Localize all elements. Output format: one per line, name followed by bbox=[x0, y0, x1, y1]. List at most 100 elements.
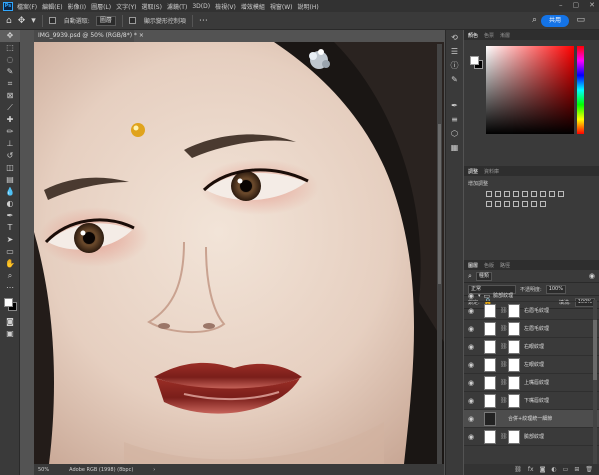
gradient-map-icon[interactable] bbox=[531, 201, 537, 207]
path-select-icon[interactable]: ➤ bbox=[0, 234, 20, 246]
status-arrow-icon[interactable]: › bbox=[153, 467, 155, 473]
tab-paths[interactable]: 路徑 bbox=[500, 262, 510, 269]
menu-filter[interactable]: 濾鏡(T) bbox=[167, 2, 187, 11]
menu-plugins[interactable]: 增效模組 bbox=[241, 2, 265, 11]
filter-toggle-icon[interactable]: ◉ bbox=[589, 272, 595, 280]
eye-icon[interactable]: ◉ bbox=[464, 343, 478, 351]
move-tool-icon[interactable]: ✥ bbox=[18, 16, 26, 26]
brushes-icon[interactable]: ✒ bbox=[446, 100, 463, 112]
layer-filter-dropdown[interactable]: 種類 bbox=[475, 271, 492, 281]
properties-icon[interactable]: ☰ bbox=[446, 46, 463, 58]
eye-icon[interactable]: ◉ bbox=[464, 307, 478, 315]
eye-icon[interactable]: ◉ bbox=[464, 379, 478, 387]
new-layer-icon[interactable]: ⊞ bbox=[574, 466, 579, 473]
crop-tool-icon[interactable]: ⌗ bbox=[0, 78, 20, 90]
tab-adjustments[interactable]: 調整 bbox=[468, 168, 478, 175]
document-tab[interactable]: IMG_9939.psd @ 50% (RGB/8*) * × bbox=[34, 30, 144, 42]
libraries-icon[interactable]: ▦ bbox=[446, 142, 463, 154]
history-icon[interactable]: ⟲ bbox=[446, 32, 463, 44]
search-icon[interactable]: ⌕ bbox=[532, 15, 537, 25]
shape-tool-icon[interactable]: ▭ bbox=[0, 246, 20, 258]
levels-icon[interactable] bbox=[495, 191, 501, 197]
home-icon[interactable]: ⌂ bbox=[6, 16, 12, 26]
canvas-scrollbar[interactable] bbox=[437, 44, 442, 464]
eye-icon[interactable]: ◉ bbox=[464, 397, 478, 405]
menu-layer[interactable]: 圖層(L) bbox=[91, 2, 111, 11]
hand-tool-icon[interactable]: ✋ bbox=[0, 258, 20, 270]
link-layers-icon[interactable]: ⛓ bbox=[514, 466, 522, 473]
pen-tool-icon[interactable]: ✒ bbox=[0, 210, 20, 222]
foreground-swatch[interactable] bbox=[4, 298, 13, 307]
type-tool-icon[interactable]: T bbox=[0, 222, 20, 234]
brightness-icon[interactable] bbox=[486, 191, 492, 197]
frame-tool-icon[interactable]: ⊠ bbox=[0, 90, 20, 102]
eraser-tool-icon[interactable]: ◫ bbox=[0, 162, 20, 174]
invert-icon[interactable] bbox=[504, 201, 510, 207]
chevron-down-icon[interactable]: ▾ bbox=[478, 293, 481, 299]
layers-scrollbar[interactable] bbox=[593, 300, 597, 470]
share-button[interactable]: 共用 bbox=[541, 15, 569, 27]
trash-icon[interactable]: 🗑 bbox=[585, 466, 593, 473]
blur-tool-icon[interactable]: 💧 bbox=[0, 186, 20, 198]
color-swatches[interactable] bbox=[0, 294, 19, 316]
color-field[interactable] bbox=[486, 46, 574, 134]
healing-brush-icon[interactable]: ✚ bbox=[0, 114, 20, 126]
tab-libraries[interactable]: 資料庫 bbox=[484, 168, 499, 175]
hue-slider[interactable] bbox=[577, 46, 584, 134]
eye-icon[interactable]: ◉ bbox=[464, 325, 478, 333]
quick-select-tool-icon[interactable]: ✎ bbox=[0, 66, 20, 78]
eye-icon[interactable]: ◉ bbox=[464, 292, 478, 300]
menu-file[interactable]: 檔案(F) bbox=[17, 2, 37, 11]
lasso-tool-icon[interactable]: ◌ bbox=[0, 54, 20, 66]
align-options-icon[interactable]: ⋯ bbox=[199, 16, 208, 26]
adjustments-icon[interactable]: ≡ bbox=[446, 114, 463, 126]
document-canvas[interactable] bbox=[34, 42, 444, 464]
layer-row[interactable]: ◉ ⛓ 下嘴唇紋理 bbox=[464, 392, 599, 410]
menu-view[interactable]: 檢視(V) bbox=[215, 2, 236, 11]
zoom-tool-icon[interactable]: ⌕ bbox=[0, 270, 20, 282]
menu-select[interactable]: 選取(S) bbox=[141, 2, 162, 11]
new-group-icon[interactable]: ▭ bbox=[563, 466, 569, 473]
move-tool-icon[interactable]: ✥ bbox=[0, 30, 20, 42]
tab-swatches[interactable]: 色票 bbox=[484, 32, 494, 39]
layer-row[interactable]: ◉ ⛓ 右眼紋理 bbox=[464, 338, 599, 356]
info-icon[interactable]: ⓘ bbox=[446, 60, 463, 72]
mask-icon[interactable]: ◙ bbox=[540, 466, 546, 473]
vibrance-icon[interactable] bbox=[522, 191, 528, 197]
history-brush-icon[interactable]: ↺ bbox=[0, 150, 20, 162]
tab-channels[interactable]: 色版 bbox=[484, 262, 494, 269]
exposure-icon[interactable] bbox=[513, 191, 519, 197]
brush-settings-icon[interactable]: ✎ bbox=[446, 74, 463, 86]
threshold-icon[interactable] bbox=[522, 201, 528, 207]
show-transform-checkbox[interactable] bbox=[128, 17, 138, 25]
close-tab-icon[interactable]: × bbox=[139, 32, 144, 39]
photo-filter-icon[interactable] bbox=[558, 191, 564, 197]
menu-image[interactable]: 影像(I) bbox=[68, 2, 86, 11]
maximize-icon[interactable]: ▢ bbox=[573, 1, 580, 9]
curves-icon[interactable] bbox=[504, 191, 510, 197]
marquee-tool-icon[interactable]: ⬚ bbox=[0, 42, 20, 54]
black-white-icon[interactable] bbox=[549, 191, 555, 197]
menu-help[interactable]: 說明(H) bbox=[298, 2, 319, 11]
layer-row[interactable]: ◉ ⛓ 上嘴唇紋理 bbox=[464, 374, 599, 392]
zoom-level[interactable]: 50% bbox=[38, 467, 49, 473]
layer-row[interactable]: ◉ ⛓ 左眉毛紋理 bbox=[464, 320, 599, 338]
selective-color-icon[interactable] bbox=[540, 201, 546, 207]
hue-saturation-icon[interactable] bbox=[531, 191, 537, 197]
menu-type[interactable]: 文字(Y) bbox=[116, 2, 136, 11]
eye-icon[interactable]: ◉ bbox=[464, 361, 478, 369]
tab-gradients[interactable]: 漸層 bbox=[500, 32, 510, 39]
fx-icon[interactable]: fx bbox=[528, 466, 534, 473]
menu-3d[interactable]: 3D(D) bbox=[192, 3, 210, 10]
menu-window[interactable]: 視窗(W) bbox=[270, 2, 293, 11]
foreground-color[interactable] bbox=[470, 56, 479, 65]
menu-edit[interactable]: 編輯(E) bbox=[42, 2, 62, 11]
adjustment-layer-icon[interactable]: ◐ bbox=[551, 466, 556, 473]
eye-icon[interactable]: ◉ bbox=[464, 433, 478, 441]
eyedropper-tool-icon[interactable]: ⟋ bbox=[0, 102, 20, 114]
gradient-tool-icon[interactable]: ▤ bbox=[0, 174, 20, 186]
workspace-icon[interactable]: ▭ bbox=[576, 15, 585, 25]
3d-icon[interactable]: ⬡ bbox=[446, 128, 463, 140]
close-icon[interactable]: ✕ bbox=[589, 1, 595, 9]
posterize-icon[interactable] bbox=[513, 201, 519, 207]
